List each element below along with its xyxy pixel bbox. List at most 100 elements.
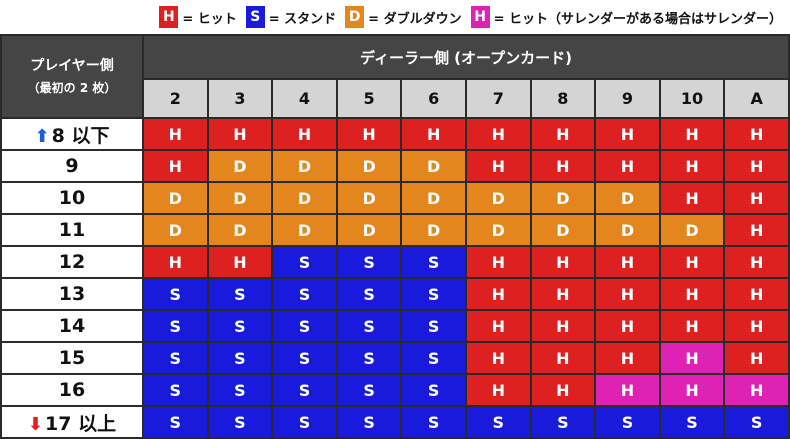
action-cell: H bbox=[529, 117, 597, 151]
action-cell: H bbox=[464, 245, 532, 279]
action-cell: H bbox=[142, 117, 209, 151]
action-cell: S bbox=[658, 405, 726, 439]
action-cell: H bbox=[529, 309, 597, 343]
player-hand-label: 9 bbox=[0, 149, 144, 183]
action-cell: H bbox=[206, 245, 274, 279]
action-cell: D bbox=[594, 181, 661, 215]
action-cell: H bbox=[594, 149, 661, 183]
table-body: ⬆ 8 以下 H H H H H H H H H H 9 H D D D D H H H H H 10 D D D D D D D D H H 11… bbox=[0, 117, 790, 439]
dealer-card-header: 10 bbox=[658, 78, 726, 119]
action-cell: D bbox=[271, 149, 338, 183]
action-cell: H bbox=[723, 245, 790, 279]
table-row: 13 S S S S S H H H H H bbox=[0, 277, 790, 311]
action-cell: S bbox=[271, 373, 338, 407]
arrow-down-icon: ⬇ bbox=[27, 413, 44, 435]
player-subtitle: （最初の 2 枚） bbox=[27, 80, 117, 95]
action-cell: S bbox=[206, 277, 274, 311]
action-cell: H bbox=[723, 181, 790, 215]
player-hand-label: 11 bbox=[0, 213, 144, 247]
action-cell: H bbox=[658, 341, 726, 375]
dealer-card-header: 8 bbox=[529, 78, 597, 119]
action-cell: H bbox=[271, 117, 338, 151]
legend-text: = スタンド bbox=[268, 11, 337, 27]
dealer-card-header: 3 bbox=[206, 78, 274, 119]
action-cell: H bbox=[594, 373, 661, 407]
action-cell: D bbox=[206, 213, 274, 247]
action-cell: S bbox=[400, 277, 467, 311]
player-hand-text: 13 bbox=[58, 283, 86, 305]
action-cell: H bbox=[658, 245, 726, 279]
action-cell: S bbox=[335, 277, 403, 311]
player-hand-text: 8 以下 bbox=[51, 124, 110, 147]
action-cell: H bbox=[658, 373, 726, 407]
player-hand-label: ⬇ 17 以上 bbox=[0, 405, 144, 439]
player-hand-label: 15 bbox=[0, 341, 144, 375]
player-hand-text: 12 bbox=[58, 251, 86, 273]
action-cell: H bbox=[594, 245, 661, 279]
action-cell: D bbox=[206, 149, 274, 183]
legend-text: = ダブルダウン bbox=[368, 11, 462, 27]
action-cell: H bbox=[658, 149, 726, 183]
action-cell: H bbox=[206, 117, 274, 151]
action-cell: H bbox=[658, 277, 726, 311]
action-cell: S bbox=[206, 405, 274, 439]
legend-item: H = ヒット bbox=[159, 6, 237, 28]
action-cell: D bbox=[400, 149, 467, 183]
action-cell: H bbox=[723, 309, 790, 343]
action-cell: D bbox=[400, 181, 467, 215]
action-cell: H bbox=[658, 117, 726, 151]
action-cell: S bbox=[335, 245, 403, 279]
legend-badge: D bbox=[345, 6, 365, 28]
player-hand-text: 17 以上 bbox=[45, 412, 117, 435]
action-cell: D bbox=[271, 181, 338, 215]
action-cell: H bbox=[464, 117, 532, 151]
action-cell: S bbox=[400, 245, 467, 279]
action-cell: S bbox=[335, 341, 403, 375]
action-cell: S bbox=[529, 405, 597, 439]
action-cell: H bbox=[529, 277, 597, 311]
legend-item: H = ヒット（サレンダーがある場合はサレンダー） bbox=[470, 6, 782, 28]
player-hand-text: 16 bbox=[58, 379, 86, 401]
table-row: 14 S S S S S H H H H H bbox=[0, 309, 790, 343]
dealer-card-header: 5 bbox=[335, 78, 403, 119]
action-cell: H bbox=[658, 309, 726, 343]
action-cell: S bbox=[400, 341, 467, 375]
action-cell: S bbox=[271, 405, 338, 439]
action-cell: H bbox=[529, 149, 597, 183]
legend-badge: H bbox=[470, 6, 490, 28]
action-cell: H bbox=[723, 277, 790, 311]
action-cell: H bbox=[335, 117, 403, 151]
action-cell: S bbox=[594, 405, 661, 439]
legend-badge: H bbox=[159, 6, 179, 28]
player-hand-label: ⬆ 8 以下 bbox=[0, 117, 144, 151]
action-cell: H bbox=[723, 373, 790, 407]
player-title: プレイヤー側 bbox=[30, 57, 114, 74]
action-cell: S bbox=[206, 341, 274, 375]
action-cell: H bbox=[723, 117, 790, 151]
action-cell: S bbox=[142, 405, 209, 439]
dealer-card-header: 6 bbox=[400, 78, 467, 119]
action-cell: H bbox=[594, 277, 661, 311]
player-hand-text: 14 bbox=[58, 315, 86, 337]
action-cell: H bbox=[142, 149, 209, 183]
action-cell: D bbox=[594, 213, 661, 247]
table-row: 11 D D D D D D D D D H bbox=[0, 213, 790, 247]
player-hand-text: 10 bbox=[58, 187, 86, 209]
action-cell: H bbox=[464, 341, 532, 375]
action-cell: S bbox=[400, 373, 467, 407]
action-cell: H bbox=[464, 149, 532, 183]
table-row: 16 S S S S S H H H H H bbox=[0, 373, 790, 407]
action-cell: D bbox=[400, 213, 467, 247]
table-row: 15 S S S S S H H H H H bbox=[0, 341, 790, 375]
action-cell: H bbox=[594, 341, 661, 375]
action-cell: H bbox=[594, 117, 661, 151]
legend-text: = ヒット（サレンダーがある場合はサレンダー） bbox=[493, 11, 782, 27]
action-cell: H bbox=[594, 309, 661, 343]
action-cell: S bbox=[335, 309, 403, 343]
action-cell: H bbox=[464, 277, 532, 311]
action-cell: D bbox=[335, 213, 403, 247]
legend: H = ヒット S = スタンド D = ダブルダウン H = ヒット（サレンダーがある場合は… bbox=[0, 0, 790, 34]
legend-item: D = ダブルダウン bbox=[345, 6, 462, 28]
action-cell: D bbox=[335, 181, 403, 215]
player-hand-text: 9 bbox=[65, 155, 79, 177]
